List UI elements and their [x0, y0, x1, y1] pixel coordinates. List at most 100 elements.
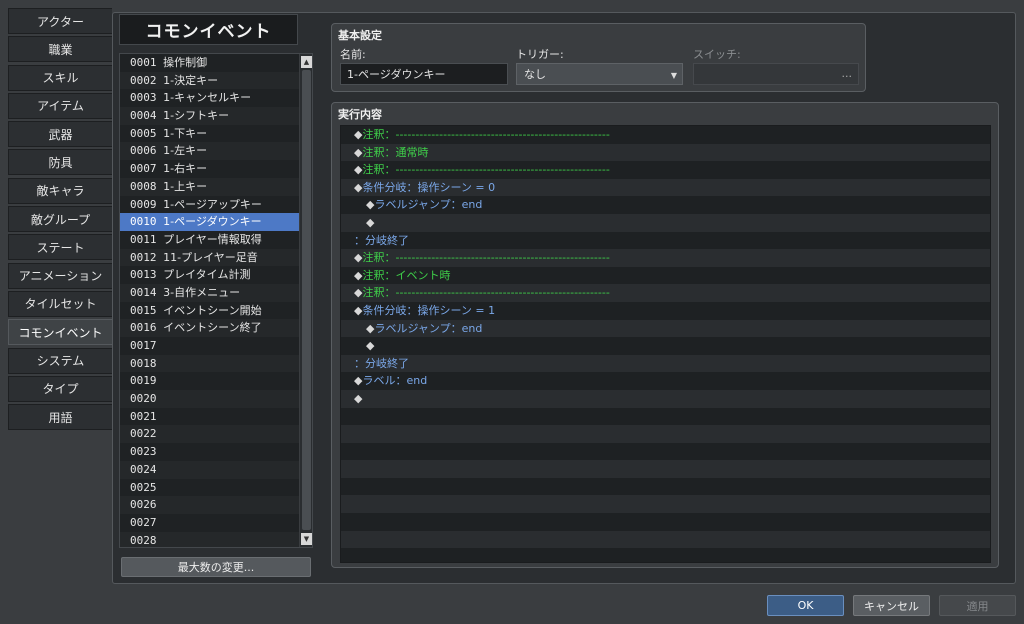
list-item[interactable]: 0021 [120, 408, 300, 426]
list-item[interactable]: 0002 1-決定キー [120, 71, 300, 90]
nav-item[interactable]: タイルセット [8, 290, 112, 317]
nav-item[interactable]: アイテム [8, 92, 112, 119]
command-marker-icon: ◆ [366, 339, 375, 353]
command-row[interactable]: ：分岐終了 [341, 354, 990, 373]
cancel-button[interactable]: キャンセル [853, 595, 930, 616]
command-text: 注釈：-------------------------------------… [362, 128, 610, 141]
command-row[interactable]: ◆注釈：------------------------------------… [341, 249, 990, 267]
list-item[interactable]: 0022 [120, 425, 300, 444]
list-item[interactable]: 0005 1-下キー [120, 125, 300, 143]
command-row[interactable]: ◆ラベルジャンプ：end [341, 196, 990, 214]
command-row[interactable]: ◆条件分岐：操作シーン = 0 [341, 178, 990, 197]
list-item[interactable]: 0001 操作制御 [120, 54, 300, 72]
execution-content-panel: 実行内容 ◆ 注釈：-------------------------------… [331, 102, 999, 568]
nav-item[interactable]: 武器 [8, 121, 112, 148]
nav-item[interactable]: システム [8, 347, 112, 374]
nav-item[interactable]: 職業 [8, 36, 112, 63]
list-item-name: 1-キャンセルキー [163, 91, 252, 105]
list-item[interactable]: 0015 イベントシーン開始 [120, 302, 300, 320]
nav-item[interactable]: タイプ [8, 375, 112, 402]
command-row[interactable] [341, 425, 990, 443]
nav-item[interactable]: スキル [8, 64, 112, 91]
scroll-thumb[interactable] [302, 70, 311, 530]
command-list[interactable]: ◆ 注釈：------------------------------------… [340, 125, 991, 563]
list-item[interactable]: 0007 1-右キー [120, 160, 300, 178]
list-item[interactable]: 0018 [120, 354, 300, 373]
list-item-id: 0006 [130, 144, 157, 158]
list-item[interactable]: 0028 [120, 531, 300, 547]
list-item-id: 0010 [130, 215, 157, 229]
command-row[interactable]: ◆ [341, 337, 990, 355]
command-row[interactable]: ◆注釈：------------------------------------… [341, 126, 990, 144]
ok-button[interactable]: OK [767, 595, 844, 616]
nav-item[interactable]: 用語 [8, 404, 112, 431]
list-item[interactable]: 0004 1-シフトキー [120, 107, 300, 125]
command-row[interactable]: ◆注釈：------------------------------------… [341, 284, 990, 302]
command-marker-icon: ◆ [366, 215, 375, 229]
list-item-name: 1-上キー [163, 179, 208, 193]
scroll-up-icon[interactable]: ▲ [301, 56, 312, 68]
command-row[interactable]: ：分岐終了 [341, 231, 990, 250]
command-marker-icon: ◆ [354, 391, 363, 405]
command-row[interactable] [341, 460, 990, 478]
command-text: 注釈：-------------------------------------… [362, 251, 610, 265]
command-row[interactable]: ◆ラベルジャンプ：end [341, 319, 990, 338]
list-item[interactable]: 0003 1-キャンセルキー [120, 89, 300, 107]
command-row[interactable]: ◆注釈：通常時 [341, 143, 990, 162]
list-item-id: 0012 [130, 250, 157, 264]
list-item[interactable]: 0012 11-プレイヤー足音 [120, 248, 300, 267]
list-item[interactable]: 0008 1-上キー [120, 177, 300, 196]
list-item[interactable]: 0020 [120, 390, 300, 408]
command-row[interactable] [341, 495, 990, 514]
command-row[interactable]: ◆ [341, 213, 990, 232]
list-item[interactable]: 0025 [120, 479, 300, 497]
nav-item[interactable]: 敵キャラ [8, 177, 112, 204]
name-input[interactable]: 1-ページダウンキー [340, 63, 508, 85]
list-item-id: 0026 [130, 498, 157, 512]
list-item[interactable]: 0006 1-左キー [120, 142, 300, 161]
list-item[interactable]: 0011 プレイヤー情報取得 [120, 231, 300, 249]
list-item[interactable]: 0016 イベントシーン終了 [120, 319, 300, 337]
list-scrollbar[interactable]: ▲ ▼ [299, 54, 312, 547]
scroll-down-icon[interactable]: ▼ [301, 533, 312, 545]
list-item[interactable]: 0013 プレイタイム計測 [120, 266, 300, 284]
list-item[interactable]: 0009 1-ページアップキー [120, 196, 300, 214]
command-row[interactable] [341, 530, 990, 549]
list-item-name: 11-プレイヤー足音 [163, 250, 258, 264]
command-row[interactable] [341, 477, 990, 496]
list-item-name: 1-左キー [163, 144, 208, 158]
list-item[interactable]: 0023 [120, 443, 300, 461]
command-text: 注釈：通常時 [362, 145, 429, 159]
list-item[interactable]: 0027 [120, 514, 300, 532]
command-row[interactable]: ◆条件分岐：操作シーン = 1 [341, 301, 990, 320]
command-row[interactable]: ◆ [341, 389, 990, 408]
list-item-id: 0011 [130, 232, 157, 246]
common-event-list[interactable]: 0001 操作制御 0002 1-決定キー 0003 1-キャンセルキー 0004 1… [119, 53, 313, 548]
command-row[interactable]: ◆注釈：イベント時 [341, 266, 990, 285]
command-row[interactable] [341, 548, 990, 562]
list-item[interactable]: 0014 3-自作メニュー [120, 283, 300, 302]
list-item-id: 0014 [130, 285, 157, 299]
list-title: コモンイベント [119, 14, 298, 45]
command-row[interactable] [341, 407, 990, 426]
list-item[interactable]: 0017 [120, 337, 300, 355]
list-item[interactable]: 0010 1-ページダウンキー [120, 213, 300, 231]
list-item[interactable]: 0019 [120, 372, 300, 390]
list-item-name: 1-ページダウンキー [163, 215, 262, 229]
nav-item[interactable]: 防具 [8, 149, 112, 176]
basic-settings-panel: 基本設定 名前: 1-ページダウンキー トリガー: なし ▼ スイッチ: ... [331, 23, 866, 92]
command-row[interactable] [341, 442, 990, 461]
trigger-select[interactable]: なし ▼ [516, 63, 683, 85]
nav-item[interactable]: アクター [8, 8, 112, 34]
nav-item[interactable]: ステート [8, 234, 112, 261]
nav-item[interactable]: アニメーション [8, 262, 112, 289]
change-maximum-button[interactable]: 最大数の変更... [121, 557, 311, 577]
command-row[interactable]: ◆ラベル：end [341, 372, 990, 390]
command-row[interactable] [341, 513, 990, 531]
list-item-name: プレイタイム計測 [163, 268, 251, 282]
list-item[interactable]: 0024 [120, 460, 300, 479]
list-item[interactable]: 0026 [120, 496, 300, 514]
nav-item[interactable]: コモンイベント [8, 319, 112, 346]
command-row[interactable]: ◆注釈：------------------------------------… [341, 161, 990, 179]
nav-item[interactable]: 敵グループ [8, 206, 112, 233]
